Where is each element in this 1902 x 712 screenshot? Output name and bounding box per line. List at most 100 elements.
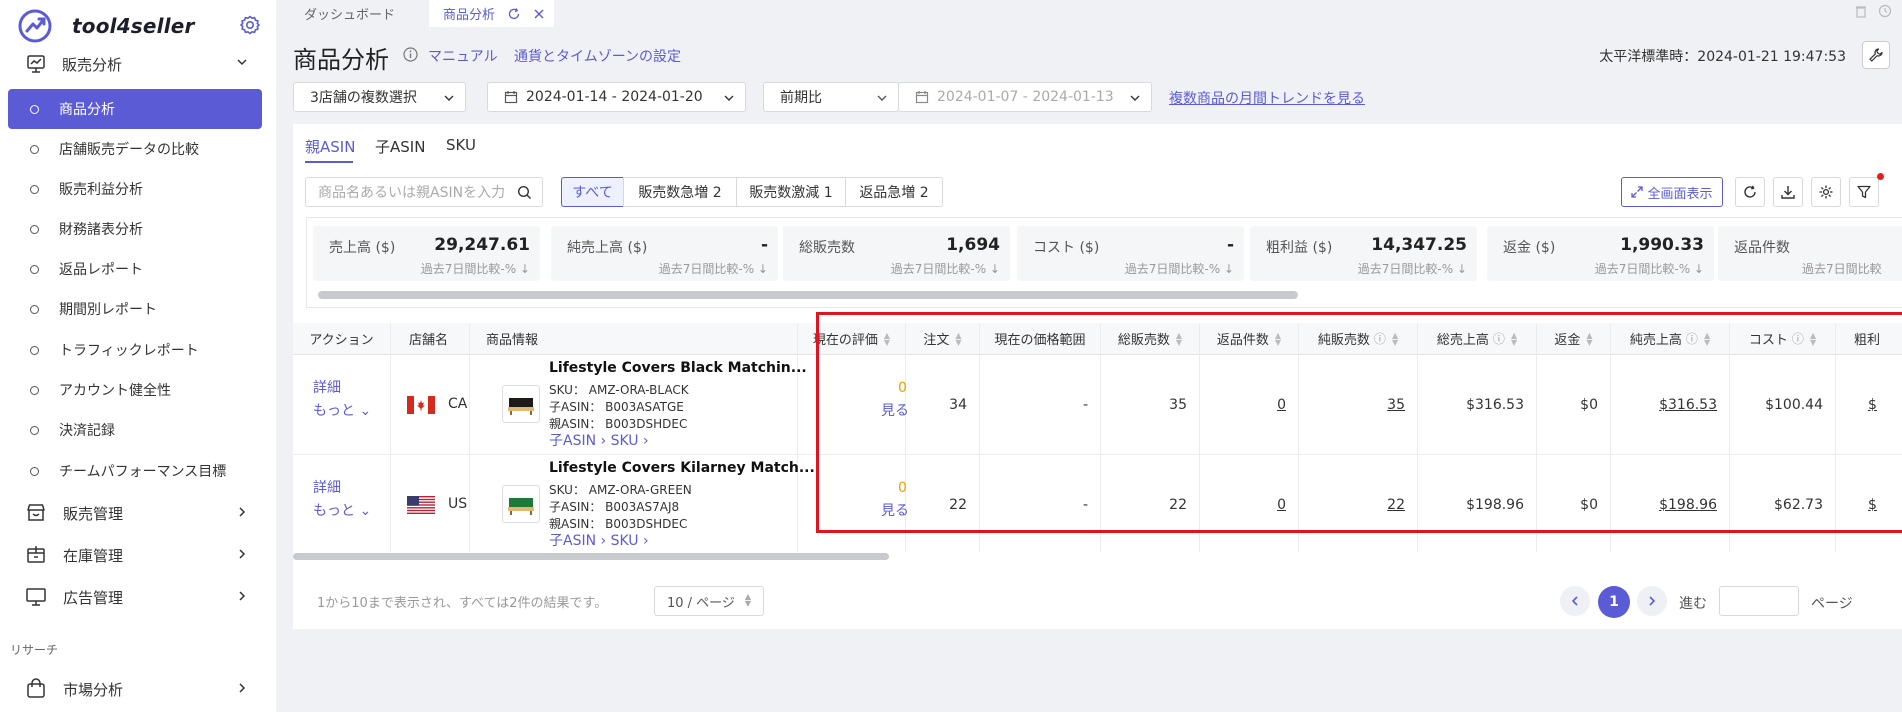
sidebar-item-financial-statements[interactable]: 財務諸表分析 [8, 209, 262, 249]
bullet-icon [30, 425, 39, 435]
page-number-current[interactable]: 1 [1598, 586, 1630, 618]
product-name[interactable]: Lifestyle Covers Kilarney Match... [549, 460, 815, 476]
logo-icon [18, 9, 52, 43]
canada-flag-icon [407, 396, 435, 414]
column-settings-button[interactable] [1811, 177, 1841, 207]
bullet-icon [30, 385, 39, 395]
sidebar-item-product-analysis[interactable]: 商品分析 [8, 89, 262, 129]
sidebar-item-account-health[interactable]: アカウント健全性 [8, 370, 262, 410]
chevron-down-icon [724, 95, 734, 101]
kpi-label: 純売上高 ($) [567, 240, 648, 256]
sidebar-item-period-report[interactable]: 期間別レポート [8, 289, 262, 329]
product-thumbnail[interactable] [502, 385, 540, 423]
tab-product-analysis[interactable]: 商品分析 [429, 0, 554, 27]
updown-icon: ▲ ▼ [744, 592, 751, 608]
sidebar-item-team-goals[interactable]: チームパフォーマンス目標 [8, 451, 262, 491]
product-child-asin: 子ASIN： B003AS7AJ8 [549, 500, 680, 514]
settings-cog-icon [1819, 185, 1833, 199]
chart-board-icon [27, 55, 45, 73]
prev-page-button[interactable] [1560, 586, 1590, 616]
wrench-button[interactable] [1862, 41, 1890, 69]
monthly-trend-link[interactable]: 複数商品の月間トレンドを見る [1169, 88, 1365, 108]
sidebar-group-market-analysis[interactable]: 市場分析 [8, 669, 262, 709]
tab-child-asin[interactable]: 子ASIN [375, 136, 425, 157]
close-icon[interactable] [533, 8, 545, 20]
filter-sales-surge[interactable]: 販売数急増 2 [623, 177, 737, 207]
store-select-value: 3店舗の複数選択 [310, 90, 417, 106]
sidebar-item-payments[interactable]: 決済記録 [8, 410, 262, 450]
refresh-icon[interactable] [507, 7, 521, 21]
clock-icon[interactable] [1878, 4, 1892, 18]
chevron-left-icon [1571, 596, 1578, 606]
search-icon[interactable] [517, 185, 532, 200]
us-flag-icon [407, 496, 435, 514]
download-button[interactable] [1773, 177, 1803, 207]
fullscreen-button[interactable]: 全画面表示 [1621, 177, 1723, 207]
manual-link[interactable]: マニュアル [428, 46, 498, 66]
wrench-icon [1869, 48, 1883, 62]
refresh-button[interactable] [1735, 177, 1765, 207]
sidebar-item-label: アカウント健全性 [59, 383, 171, 399]
expand-icon [1631, 186, 1644, 198]
kpi-label: 売上高 ($) [329, 240, 396, 256]
search-input[interactable]: 商品名あるいは親ASINを入力 [305, 177, 543, 207]
col-header-label: 店舗名 [409, 333, 449, 348]
trash-icon[interactable] [1854, 4, 1868, 18]
date-range-value: 2024-01-14 - 2024-01-20 [526, 89, 703, 105]
detail-link[interactable]: 詳細 [313, 377, 341, 397]
kpi-label: 返品件数 [1734, 240, 1790, 256]
kpi-label: コスト ($) [1033, 240, 1100, 256]
kpi-label: 返金 ($) [1503, 240, 1556, 256]
product-sub-links[interactable]: 子ASIN › SKU › [549, 530, 649, 550]
pagination-info: 1から10まで表示され、すべては2件の結果です。 [317, 596, 608, 611]
sidebar-item-returns-report[interactable]: 返品レポート [8, 249, 262, 289]
table-horizontal-scrollbar[interactable] [293, 553, 889, 560]
page-title: 商品分析 [293, 46, 389, 74]
kpi-scrollbar[interactable] [318, 291, 1298, 299]
sidebar-item-label: 財務諸表分析 [59, 222, 143, 238]
sidebar-item-traffic-report[interactable]: トラフィックレポート [8, 330, 262, 370]
kpi-value: 14,347.25 [1371, 235, 1467, 255]
tab-parent-asin[interactable]: 親ASIN [305, 136, 355, 157]
product-thumbnail[interactable] [502, 485, 540, 523]
filter-all[interactable]: すべて [561, 177, 624, 207]
sidebar-item-store-compare[interactable]: 店舗販売データの比較 [8, 129, 262, 169]
compare-select-value: 前期比 [780, 90, 822, 106]
more-dropdown[interactable]: もっと ⌄ [313, 500, 371, 520]
next-page-button[interactable] [1637, 586, 1667, 616]
currency-timezone-settings-link[interactable]: 通貨とタイムゾーンの設定 [514, 46, 681, 66]
chevron-right-icon [239, 683, 246, 693]
col-header-label: アクション [309, 333, 374, 348]
sidebar-item-label: 販売利益分析 [59, 182, 143, 198]
detail-link[interactable]: 詳細 [313, 477, 341, 497]
sidebar-group-sales-analysis[interactable]: 販売分析 [8, 46, 262, 82]
gear-icon[interactable] [239, 14, 261, 36]
date-range-picker[interactable]: 2024-01-14 - 2024-01-20 [487, 82, 746, 112]
sidebar-group-ads[interactable]: 広告管理 [8, 577, 262, 617]
info-icon[interactable] [403, 47, 418, 62]
page-size-select[interactable]: 10 / ページ ▲ ▼ [654, 586, 764, 616]
filter-button[interactable] [1849, 177, 1879, 207]
store-select[interactable]: 3店舗の複数選択 [293, 82, 466, 112]
compare-select[interactable]: 前期比 [763, 82, 899, 112]
product-sub-links[interactable]: 子ASIN › SKU › [549, 430, 649, 450]
sidebar-item-profit-analysis[interactable]: 販売利益分析 [8, 169, 262, 209]
sidebar-group-sales-management[interactable]: 販売管理 [8, 493, 262, 533]
product-child-asin: 子ASIN： B003ASATGE [549, 400, 684, 414]
kpi-compare: 過去7日間比較-% ↓ [890, 262, 1000, 276]
more-dropdown[interactable]: もっと ⌄ [313, 400, 371, 420]
sidebar-group-label: 販売分析 [62, 55, 123, 74]
sidebar-group-inventory[interactable]: 在庫管理 [8, 535, 262, 575]
goto-page-input[interactable] [1719, 586, 1799, 616]
filter-returns-surge[interactable]: 返品急増 2 [845, 177, 943, 207]
compare-date-range-value: 2024-01-07 - 2024-01-13 [937, 89, 1114, 105]
brand[interactable]: tool4seller [18, 8, 195, 44]
tab-sku[interactable]: SKU [446, 136, 476, 154]
tab-dashboard[interactable]: ダッシュボード [290, 0, 409, 27]
kpi-card-sales: 売上高 ($) 29,247.61 過去7日間比較-% ↓ [313, 226, 540, 281]
kpi-value: 1,694 [946, 235, 1000, 255]
section-label-research: リサーチ [10, 643, 59, 657]
compare-date-range-picker[interactable]: 2024-01-07 - 2024-01-13 [898, 82, 1152, 112]
filter-sales-drop[interactable]: 販売数激減 1 [736, 177, 846, 207]
product-name[interactable]: Lifestyle Covers Black Matchin... [549, 360, 807, 376]
